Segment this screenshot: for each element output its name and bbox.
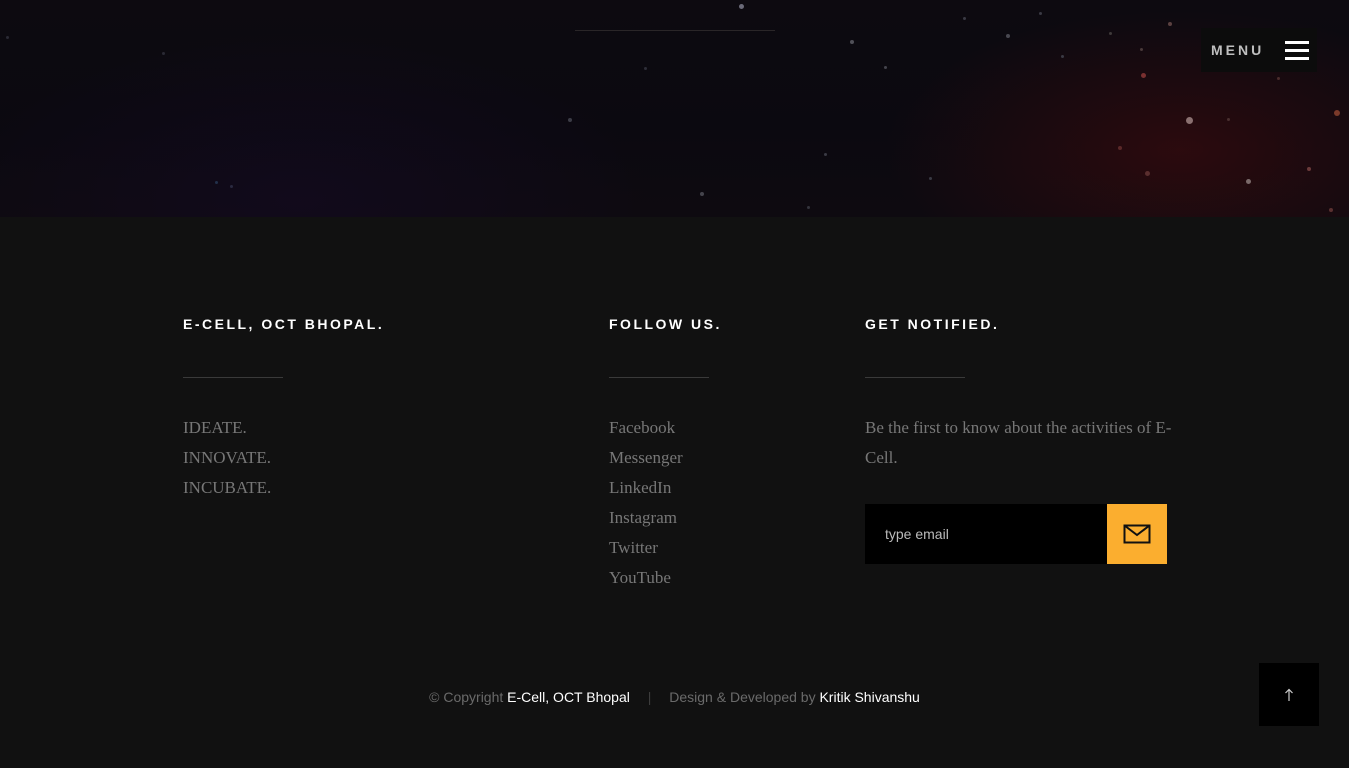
- star-particle: [1334, 110, 1340, 116]
- social-link-twitter: Twitter: [609, 533, 683, 563]
- star-particle: [884, 66, 887, 69]
- about-item: IDEATE.: [183, 418, 247, 437]
- subscribe-button[interactable]: [1107, 504, 1167, 564]
- copyright-prefix: © Copyright: [429, 689, 504, 705]
- star-particle: [1307, 167, 1311, 171]
- star-particle: [700, 192, 704, 196]
- menu-label: MENU: [1211, 42, 1265, 58]
- star-particle: [929, 177, 932, 180]
- star-particle: [1140, 48, 1143, 51]
- copyright-org-link[interactable]: E-Cell, OCT Bhopal: [507, 689, 630, 705]
- author-link[interactable]: Kritik Shivanshu: [819, 689, 919, 705]
- star-particle: [963, 17, 966, 20]
- star-particle: [1145, 171, 1150, 176]
- copyright-bar: © Copyright E-Cell, OCT Bhopal | Design …: [0, 689, 1349, 705]
- star-particle: [215, 181, 218, 184]
- arrow-up-icon: [1285, 688, 1293, 701]
- twitter-link[interactable]: Twitter: [609, 538, 658, 557]
- about-divider: [183, 377, 283, 378]
- linkedin-link[interactable]: LinkedIn: [609, 478, 671, 497]
- social-link-facebook: Facebook: [609, 413, 683, 443]
- facebook-link[interactable]: Facebook: [609, 418, 675, 437]
- star-particle: [230, 185, 233, 188]
- star-particle: [6, 36, 9, 39]
- instagram-link[interactable]: Instagram: [609, 508, 677, 527]
- star-particle: [568, 118, 572, 122]
- star-particle: [739, 4, 744, 9]
- star-particle: [850, 40, 854, 44]
- social-link-youtube: YouTube: [609, 563, 683, 593]
- about-item: INCUBATE.: [183, 478, 272, 497]
- star-particle: [1277, 77, 1280, 80]
- email-input[interactable]: [865, 504, 1107, 564]
- star-particle: [1141, 73, 1146, 78]
- star-particle: [644, 67, 647, 70]
- menu-button[interactable]: MENU: [1201, 28, 1317, 72]
- credit-prefix: Design & Developed by: [669, 689, 816, 705]
- youtube-link[interactable]: YouTube: [609, 568, 671, 587]
- notify-description: Be the first to know about the activitie…: [865, 418, 1172, 467]
- star-particle: [1109, 32, 1112, 35]
- star-particle: [1246, 179, 1251, 184]
- social-link-linkedin: LinkedIn: [609, 473, 683, 503]
- star-particle: [824, 153, 827, 156]
- social-link-messenger: Messenger: [609, 443, 683, 473]
- star-particle: [1227, 118, 1230, 121]
- star-particle: [1168, 22, 1172, 26]
- notify-title: GET NOTIFIED.: [865, 316, 1000, 332]
- hero-divider: [575, 30, 775, 31]
- star-particle: [1329, 208, 1333, 212]
- mail-icon: [1123, 524, 1151, 544]
- hamburger-icon: [1285, 41, 1309, 61]
- star-particle: [807, 206, 810, 209]
- hero-background: MENU: [0, 0, 1349, 217]
- social-link-instagram: Instagram: [609, 503, 683, 533]
- newsletter-form: [865, 504, 1167, 564]
- back-to-top-button[interactable]: [1259, 663, 1319, 726]
- star-particle: [162, 52, 165, 55]
- star-particle: [1039, 12, 1042, 15]
- star-particle: [1186, 117, 1193, 124]
- copyright-separator: |: [647, 689, 652, 705]
- messenger-link[interactable]: Messenger: [609, 448, 683, 467]
- star-particle: [1118, 146, 1122, 150]
- star-particle: [1061, 55, 1064, 58]
- about-title: E-CELL, OCT BHOPAL.: [183, 316, 385, 332]
- about-list: IDEATE. INNOVATE. INCUBATE.: [183, 413, 271, 503]
- social-links: Facebook Messenger LinkedIn Instagram Tw…: [609, 413, 683, 593]
- star-particle: [1006, 34, 1010, 38]
- about-item: INNOVATE.: [183, 448, 271, 467]
- follow-title: FOLLOW US.: [609, 316, 722, 332]
- follow-divider: [609, 377, 709, 378]
- notify-divider: [865, 377, 965, 378]
